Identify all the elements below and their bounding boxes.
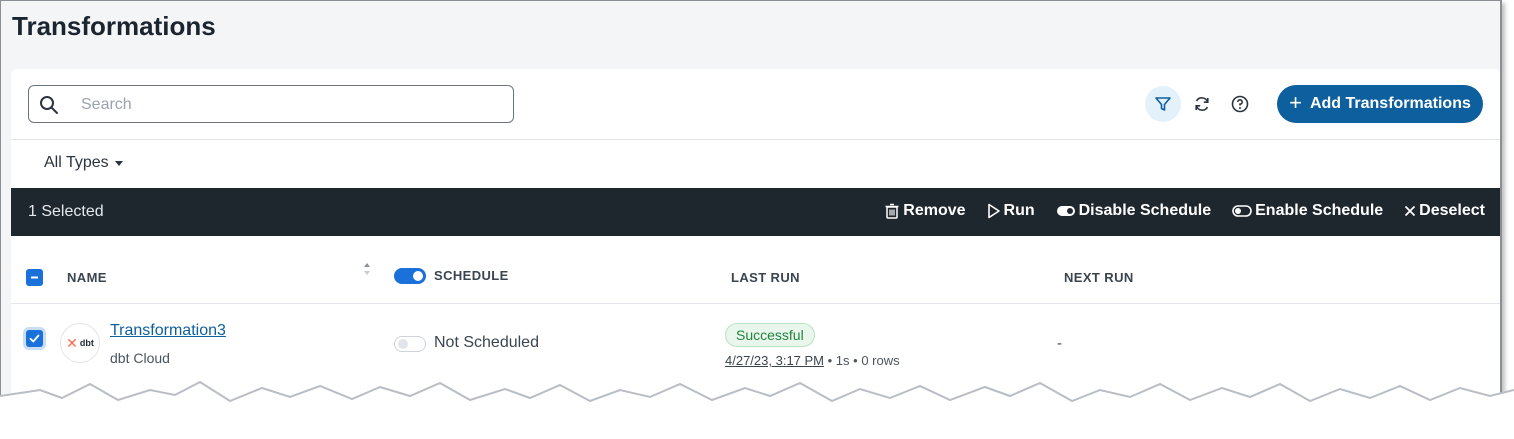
row-checkbox[interactable] (26, 330, 43, 347)
deselect-button[interactable]: Deselect (1404, 202, 1485, 220)
remove-button[interactable]: Remove (884, 202, 966, 220)
filter-icon (1155, 97, 1171, 111)
filter-button[interactable] (1145, 86, 1181, 122)
refresh-button[interactable] (1184, 86, 1220, 122)
remove-label: Remove (903, 202, 966, 219)
toggle-off-icon (1232, 205, 1252, 217)
toggle-on-icon (1056, 206, 1075, 216)
selection-bar: 1 Selected Remove Run Disable Schedule E… (11, 188, 1500, 236)
types-dropdown-label: All Types (44, 154, 109, 171)
toolbar-divider (11, 139, 1500, 140)
column-header-schedule: SCHEDULE (434, 268, 509, 283)
indeterminate-icon (31, 276, 38, 279)
app-window: Transformations Search + Add Transformat… (0, 0, 1502, 410)
transformations-panel: Search + Add Transformations All Types 1… (11, 69, 1500, 410)
torn-edge (0, 380, 1514, 439)
checkmark-icon (29, 334, 40, 343)
dbt-logo: ✕ dbt (60, 323, 100, 363)
column-header-next-run: NEXT RUN (1064, 270, 1134, 285)
types-dropdown[interactable]: All Types (44, 154, 123, 172)
transformation-name-link[interactable]: Transformation3 (110, 322, 226, 340)
close-icon (1405, 205, 1416, 217)
table-header: NAME SCHEDULE LAST RUN NEXT RUN (11, 236, 1500, 304)
enable-schedule-label: Enable Schedule (1255, 202, 1384, 219)
search-input[interactable]: Search (28, 85, 514, 123)
run-label: Run (1003, 202, 1035, 219)
column-header-name[interactable]: NAME (67, 270, 107, 285)
refresh-icon (1195, 97, 1209, 111)
schedule-toggle[interactable] (394, 336, 426, 352)
search-icon (40, 96, 58, 114)
add-transformations-label: Add Transformations (1309, 95, 1471, 112)
next-run-value: - (1057, 335, 1062, 352)
disable-schedule-label: Disable Schedule (1078, 202, 1212, 219)
play-icon (987, 203, 1000, 219)
help-icon (1231, 95, 1249, 113)
plus-icon: + (1289, 90, 1302, 115)
column-header-last-run: LAST RUN (731, 270, 800, 285)
bulk-actions: Remove Run Disable Schedule Enable Sched… (884, 202, 1485, 220)
deselect-label: Deselect (1419, 202, 1485, 219)
status-badge: Successful (725, 323, 815, 347)
select-all-checkbox[interactable] (26, 269, 43, 286)
selected-count: 1 Selected (28, 203, 104, 220)
help-button[interactable] (1222, 86, 1258, 122)
caret-down-icon (114, 160, 123, 166)
disable-schedule-button[interactable]: Disable Schedule (1056, 202, 1212, 220)
trash-icon (885, 203, 899, 219)
schedule-all-toggle[interactable] (394, 268, 426, 284)
search-placeholder: Search (81, 96, 132, 113)
page-title: Transformations (12, 11, 216, 41)
add-transformations-button[interactable]: + Add Transformations (1277, 85, 1483, 123)
dbt-mark-icon: ✕ (66, 334, 78, 351)
sort-icon[interactable] (363, 262, 371, 276)
schedule-status: Not Scheduled (434, 334, 539, 351)
run-button[interactable]: Run (987, 202, 1035, 220)
dbt-logo-text: dbt (79, 338, 94, 348)
enable-schedule-button[interactable]: Enable Schedule (1232, 202, 1383, 220)
